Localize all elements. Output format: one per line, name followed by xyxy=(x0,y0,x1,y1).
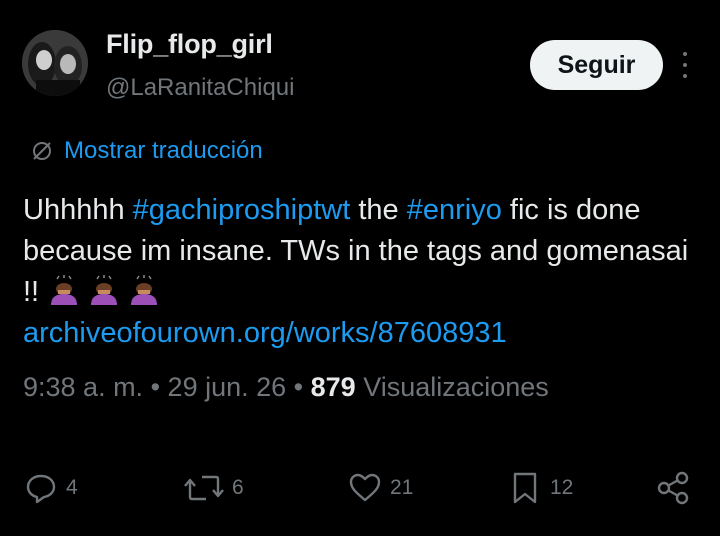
meta-separator: • xyxy=(286,372,311,402)
person-bowing-emoji xyxy=(91,275,118,305)
avatar-image xyxy=(22,30,88,96)
tweet-text-part: the xyxy=(350,194,407,226)
translate-icon xyxy=(33,142,51,160)
person-bowing-emoji xyxy=(51,275,78,305)
tweet-text: Uhhhhh #gachiproshiptwt the #enriyo fic … xyxy=(23,190,708,354)
tweet-time[interactable]: 9:38 a. m. xyxy=(23,372,143,402)
bookmark-icon xyxy=(513,472,537,504)
repost-button[interactable]: 6 xyxy=(184,465,244,511)
display-name[interactable]: Flip_flop_girl xyxy=(106,29,273,60)
hashtag-enriyo[interactable]: #enriyo xyxy=(407,194,502,226)
views-label: Visualizaciones xyxy=(355,372,549,402)
ao3-link[interactable]: archiveofourown.org/works/87608931 xyxy=(23,317,507,349)
share-button[interactable] xyxy=(656,465,690,511)
show-translation-link[interactable]: Mostrar traducción xyxy=(30,137,263,165)
heart-icon xyxy=(349,473,381,502)
reply-icon xyxy=(26,474,56,504)
tweet-date[interactable]: 29 jun. 26 xyxy=(168,372,287,402)
tweet-meta: 9:38 a. m. • 29 jun. 26 • 879 Visualizac… xyxy=(23,372,549,403)
person-bowing-emoji xyxy=(131,275,158,305)
action-bar: 4 6 21 12 xyxy=(0,465,720,511)
reply-count: 4 xyxy=(66,476,78,499)
views-count: 879 xyxy=(310,372,356,402)
hashtag-gachiproshiptwt[interactable]: #gachiproshiptwt xyxy=(133,194,351,226)
meta-separator: • xyxy=(143,372,168,402)
follow-button[interactable]: Seguir xyxy=(530,40,663,90)
more-options-icon[interactable] xyxy=(678,52,692,78)
like-button[interactable]: 21 xyxy=(348,465,413,511)
avatar[interactable] xyxy=(22,30,88,96)
translation-label: Mostrar traducción xyxy=(64,137,263,164)
repost-icon xyxy=(184,475,224,501)
repost-count: 6 xyxy=(232,476,244,499)
share-icon xyxy=(657,471,689,505)
reply-button[interactable]: 4 xyxy=(24,465,78,511)
user-handle[interactable]: @LaRanitaChiqui xyxy=(106,74,294,102)
tweet-text-part: Uhhhhh xyxy=(23,194,133,226)
bookmark-count: 12 xyxy=(550,476,574,499)
bookmark-button[interactable]: 12 xyxy=(508,465,573,511)
like-count: 21 xyxy=(390,476,414,499)
